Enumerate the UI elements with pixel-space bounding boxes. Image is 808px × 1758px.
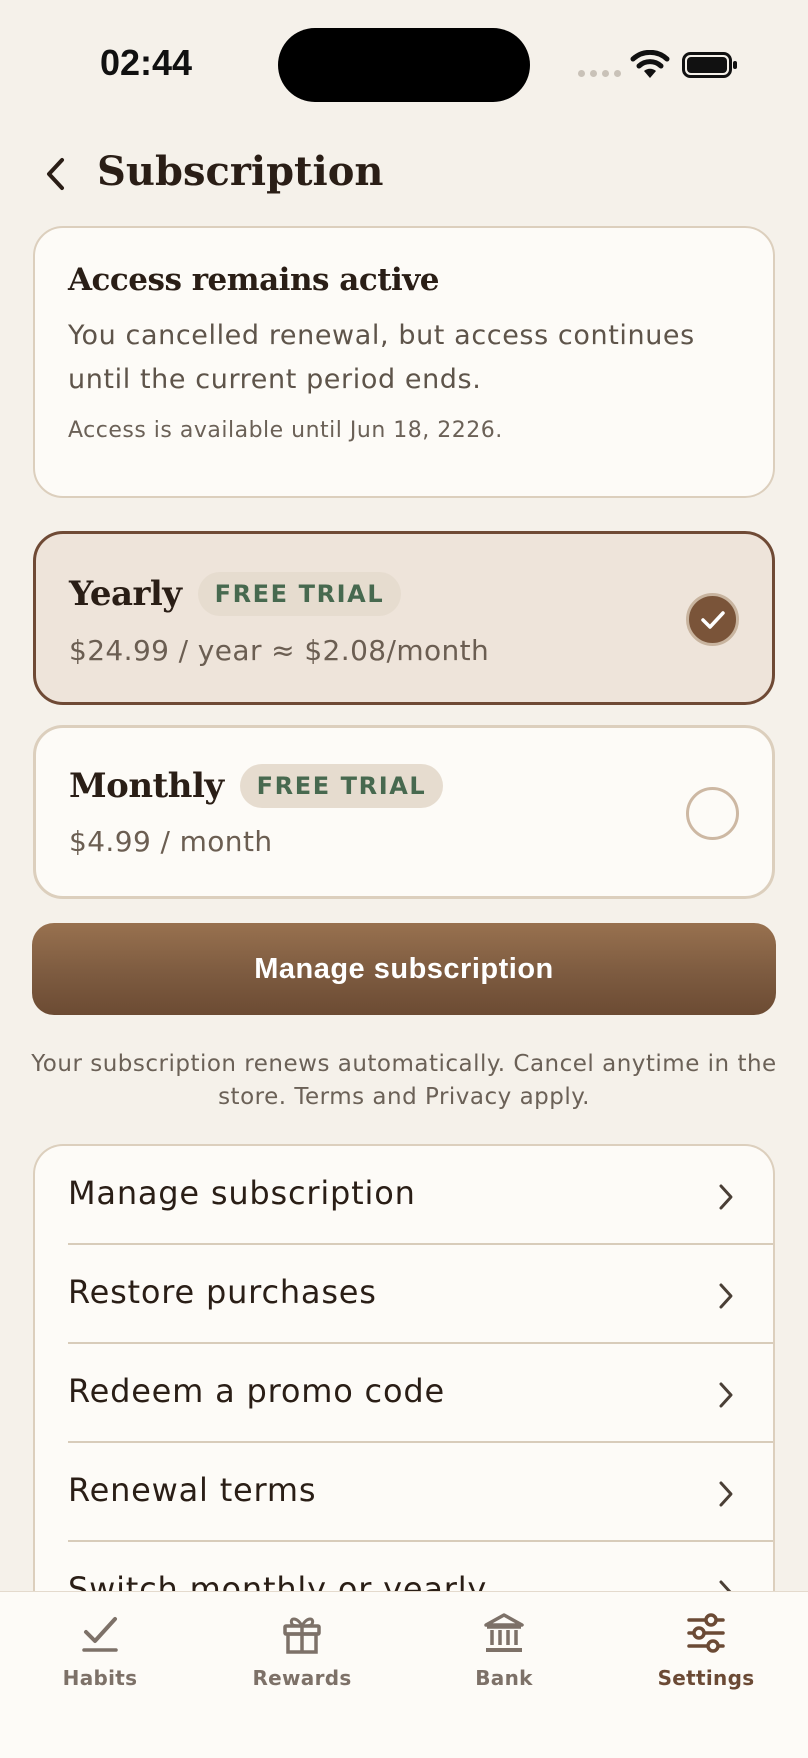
- option-label: Redeem a promo code: [68, 1372, 445, 1410]
- page-title: Subscription: [97, 148, 384, 195]
- option-restore-purchases[interactable]: Restore purchases: [35, 1245, 773, 1344]
- chevron-left-icon: [47, 158, 64, 190]
- status-time: 02:44: [100, 42, 193, 83]
- chevron-right-icon: [719, 1184, 733, 1210]
- check-icon: [82, 1617, 118, 1652]
- plan-radio-selected[interactable]: [686, 593, 739, 646]
- free-trial-badge: FREE TRIAL: [239, 764, 444, 808]
- tab-habits[interactable]: Habits: [30, 1610, 170, 1690]
- free-trial-badge: FREE TRIAL: [197, 572, 402, 616]
- tab-rewards[interactable]: Rewards: [232, 1610, 372, 1690]
- option-label: Manage subscription: [68, 1174, 416, 1212]
- tab-bank[interactable]: Bank: [434, 1610, 574, 1690]
- plan-name: Yearly: [69, 574, 182, 614]
- dynamic-island: [278, 28, 530, 102]
- battery-icon: [682, 52, 737, 78]
- plan-card-yearly[interactable]: Yearly FREE TRIAL $24.99 / year ≈ $2.08/…: [33, 531, 775, 705]
- back-button[interactable]: [38, 152, 78, 196]
- option-manage-subscription[interactable]: Manage subscription: [35, 1146, 773, 1245]
- plan-radio-unselected[interactable]: [686, 787, 739, 840]
- plan-card-monthly[interactable]: Monthly FREE TRIAL $4.99 / month: [33, 725, 775, 899]
- signal-icon: [578, 70, 621, 77]
- subscription-options-list: Manage subscription Restore purchases Re…: [33, 1144, 775, 1624]
- plan-price: $4.99 / month: [69, 825, 273, 858]
- plan-price: $24.99 / year ≈ $2.08/month: [69, 634, 490, 667]
- header: Subscription: [0, 140, 808, 210]
- tab-label: Bank: [475, 1666, 533, 1690]
- manage-subscription-button[interactable]: Manage subscription: [32, 923, 776, 1015]
- tab-label: Habits: [62, 1666, 138, 1690]
- access-notice-card: Access remains active You cancelled rene…: [33, 226, 775, 498]
- bank-icon: [484, 1613, 524, 1652]
- notice-body: You cancelled renewal, but access contin…: [68, 320, 695, 395]
- checkmark-icon: [700, 610, 725, 629]
- option-label: Restore purchases: [68, 1273, 377, 1311]
- wifi-icon: [630, 50, 670, 78]
- chevron-right-icon: [719, 1382, 733, 1408]
- plan-name: Monthly: [69, 766, 224, 806]
- option-label: Renewal terms: [68, 1471, 317, 1509]
- tab-label: Settings: [657, 1666, 755, 1690]
- gift-icon: [283, 1617, 321, 1654]
- option-redeem-promo-code[interactable]: Redeem a promo code: [35, 1344, 773, 1443]
- notice-title: Access remains active: [68, 262, 440, 298]
- notice-note: Access is available until Jun 18, 2226.: [68, 418, 503, 443]
- sliders-icon: [687, 1613, 725, 1653]
- chevron-right-icon: [719, 1481, 733, 1507]
- tab-settings[interactable]: Settings: [636, 1610, 776, 1690]
- chevron-right-icon: [719, 1283, 733, 1309]
- tab-label: Rewards: [252, 1666, 352, 1690]
- option-renewal-terms[interactable]: Renewal terms: [35, 1443, 773, 1542]
- legal-text: Your subscription renews automatically. …: [31, 1051, 777, 1110]
- status-bar: 02:44: [0, 0, 808, 130]
- tab-bar: Habits Rewards Bank Settings: [0, 1591, 808, 1758]
